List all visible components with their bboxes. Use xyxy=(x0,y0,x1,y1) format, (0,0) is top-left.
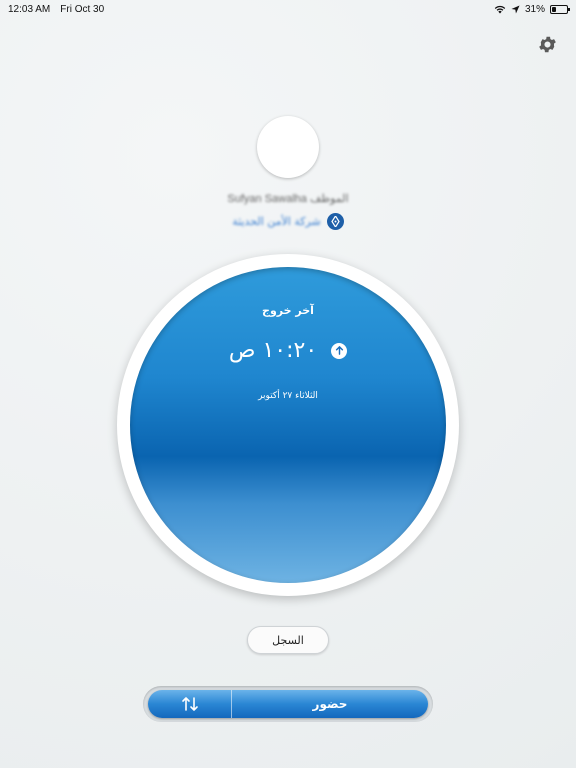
wifi-icon xyxy=(494,5,506,13)
last-action-date: الثلاثاء ٢٧ أكتوبر xyxy=(258,391,318,401)
settings-button[interactable] xyxy=(535,32,559,56)
status-time: 12:03 AM xyxy=(8,3,51,15)
swap-arrows-icon xyxy=(181,697,198,711)
user-organization[interactable]: شركة الأمن الحديثة xyxy=(160,213,416,230)
battery-icon xyxy=(550,4,570,14)
battery-fill xyxy=(552,6,556,12)
last-action-time: ١٠:٢٠ ص xyxy=(228,338,318,363)
avatar[interactable] xyxy=(257,116,319,178)
status-left: 12:03 AM Fri Oct 30 xyxy=(8,4,104,15)
arrow-up-icon xyxy=(331,342,348,359)
organization-name[interactable]: شركة الأمن الحديثة xyxy=(232,215,321,228)
compass-icon xyxy=(326,213,344,230)
status-date: Fri Oct 30 xyxy=(60,3,105,15)
last-action-title: آخر خروج xyxy=(262,304,314,317)
gear-icon xyxy=(538,36,556,52)
last-action-time-row: ١٠:٢٠ ص xyxy=(130,338,446,363)
status-bar: 12:03 AM Fri Oct 30 31% xyxy=(0,0,576,18)
action-bar: حضور xyxy=(148,690,428,718)
location-arrow-icon xyxy=(511,4,520,14)
status-right: 31% xyxy=(494,3,570,15)
log-button[interactable]: السجل xyxy=(247,626,329,654)
check-in-button[interactable]: حضور xyxy=(232,690,428,718)
battery-percent: 31% xyxy=(524,3,545,15)
swap-button[interactable] xyxy=(148,690,232,718)
user-name: Sufyan Sawalha الموظف xyxy=(227,193,349,205)
